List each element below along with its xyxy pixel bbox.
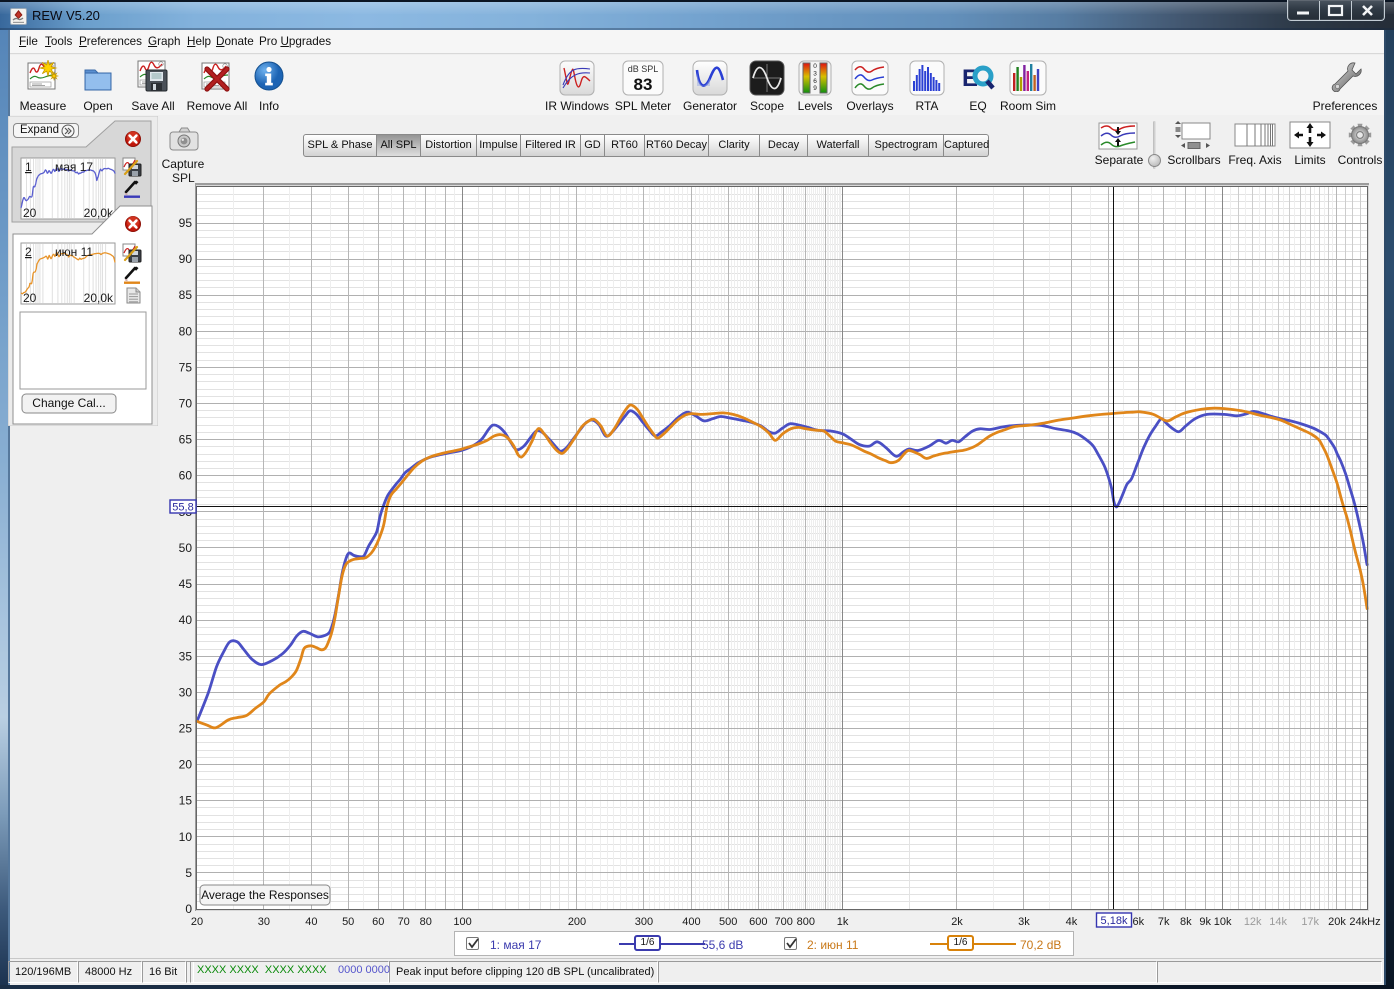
svg-text:3: 3 [813, 70, 817, 77]
svg-text:80: 80 [179, 324, 193, 338]
svg-text:50: 50 [342, 916, 354, 928]
svg-text:2: 2 [25, 245, 32, 259]
svg-text:85: 85 [179, 288, 193, 302]
svg-text:20: 20 [179, 758, 193, 772]
svg-text:3k: 3k [1018, 916, 1030, 928]
svg-text:70: 70 [179, 397, 193, 411]
svg-text:30: 30 [179, 685, 193, 699]
svg-text:600: 600 [749, 916, 767, 928]
svg-text:75: 75 [179, 360, 193, 374]
svg-text:60: 60 [372, 916, 384, 928]
svg-text:50: 50 [179, 541, 193, 555]
svg-text:5,18k: 5,18k [1101, 915, 1128, 927]
svg-text:300: 300 [635, 916, 653, 928]
svg-text:90: 90 [179, 252, 193, 266]
svg-text:4k: 4k [1066, 916, 1078, 928]
svg-text:1k: 1k [837, 916, 849, 928]
svg-text:14k: 14k [1269, 916, 1287, 928]
svg-text:20: 20 [23, 206, 37, 220]
svg-text:мая 17: мая 17 [55, 160, 93, 174]
svg-text:июн 11: июн 11 [55, 245, 93, 259]
svg-text:20,0k: 20,0k [84, 291, 114, 305]
svg-text:20k: 20k [1328, 916, 1346, 928]
svg-text:6k: 6k [1132, 916, 1144, 928]
svg-text:15: 15 [179, 794, 193, 808]
svg-text:20: 20 [23, 291, 37, 305]
svg-text:55,8: 55,8 [172, 502, 193, 514]
svg-text:Change Cal...: Change Cal... [32, 396, 105, 410]
svg-text:1: 1 [25, 160, 32, 174]
svg-text:2k: 2k [951, 916, 963, 928]
svg-text:0: 0 [185, 902, 192, 916]
svg-text:7k: 7k [1158, 916, 1170, 928]
svg-text:60: 60 [179, 469, 193, 483]
svg-text:80: 80 [420, 916, 432, 928]
svg-text:6: 6 [813, 78, 817, 85]
svg-text:5: 5 [185, 866, 192, 880]
svg-text:700: 700 [775, 916, 793, 928]
svg-text:40: 40 [179, 613, 193, 627]
svg-text:500: 500 [719, 916, 737, 928]
svg-text:40: 40 [305, 916, 317, 928]
svg-text:9k: 9k [1199, 916, 1211, 928]
svg-text:30: 30 [258, 916, 270, 928]
svg-text:SPL: SPL [172, 171, 195, 185]
svg-text:8k: 8k [1180, 916, 1192, 928]
svg-text:65: 65 [179, 433, 193, 447]
svg-text:70: 70 [398, 916, 410, 928]
svg-text:45: 45 [179, 577, 193, 591]
svg-text:95: 95 [179, 216, 193, 230]
svg-text:Average the Responses: Average the Responses [201, 888, 329, 902]
svg-text:20: 20 [191, 916, 203, 928]
svg-text:dB SPL: dB SPL [628, 64, 659, 74]
svg-text:35: 35 [179, 649, 193, 663]
svg-text:25: 25 [179, 722, 193, 736]
svg-text:200: 200 [568, 916, 586, 928]
svg-text:12k: 12k [1244, 916, 1262, 928]
svg-text:83: 83 [634, 75, 653, 94]
svg-text:400: 400 [682, 916, 700, 928]
svg-text:24kHz: 24kHz [1349, 916, 1380, 928]
svg-text:10k: 10k [1214, 916, 1232, 928]
svg-text:100: 100 [453, 916, 471, 928]
svg-text:10: 10 [179, 830, 193, 844]
svg-text:800: 800 [797, 916, 815, 928]
svg-text:0: 0 [813, 63, 817, 70]
svg-text:9: 9 [813, 85, 817, 92]
svg-text:17k: 17k [1301, 916, 1319, 928]
